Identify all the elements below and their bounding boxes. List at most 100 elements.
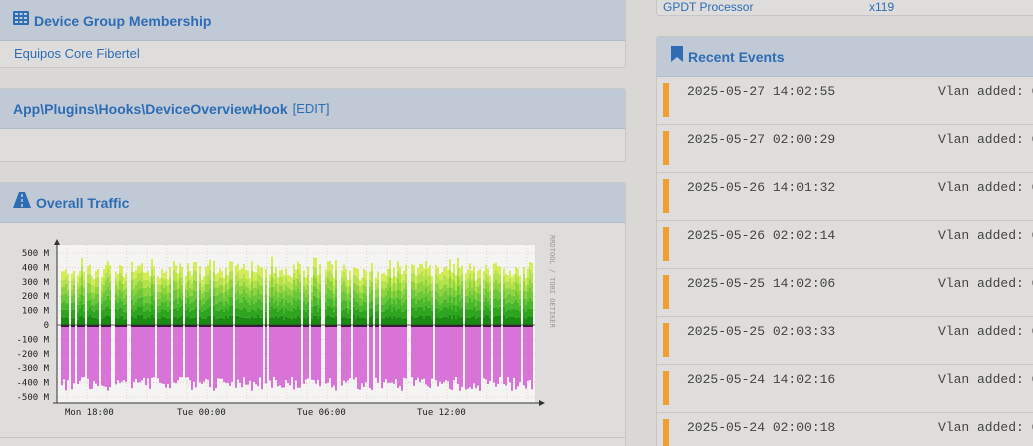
- outbound-bar: [203, 297, 205, 304]
- outbound-bar: [203, 284, 205, 291]
- outbound-bar: [109, 316, 111, 325]
- outbound-bar: [527, 308, 529, 317]
- outbound-bar: [239, 278, 241, 286]
- outbound-bar: [123, 289, 125, 298]
- outbound-bar: [261, 310, 263, 318]
- inbound-bar: [507, 325, 509, 378]
- outbound-bar: [507, 294, 509, 303]
- outbound-bar: [359, 305, 361, 312]
- inbound-bar: [179, 325, 181, 378]
- inbound-bar: [349, 325, 351, 379]
- outbound-bar: [429, 265, 431, 276]
- outbound-bar: [531, 273, 533, 283]
- outbound-bar: [285, 284, 287, 291]
- outbound-bar: [313, 267, 315, 276]
- outbound-bar: [455, 283, 457, 291]
- outbound-bar: [275, 315, 277, 325]
- outbound-bar: [109, 308, 111, 317]
- outbound-bar: [235, 265, 237, 276]
- outbound-bar: [483, 279, 485, 288]
- traffic-title: Overall Traffic: [36, 194, 130, 211]
- outbound-bar: [525, 304, 527, 312]
- outbound-bar: [389, 297, 391, 306]
- outbound-bar: [451, 294, 453, 303]
- outbound-bar: [475, 305, 477, 312]
- outbound-bar: [145, 272, 147, 280]
- inbound-bar: [369, 325, 371, 389]
- outbound-bar: [519, 283, 521, 291]
- outbound-bar: [509, 293, 511, 303]
- outbound-bar: [133, 296, 135, 305]
- inbound-bar: [391, 325, 393, 383]
- outbound-bar: [317, 297, 319, 305]
- outbound-bar: [195, 316, 197, 325]
- outbound-bar: [289, 310, 291, 318]
- outbound-bar: [241, 277, 243, 287]
- inbound-bar: [239, 325, 241, 383]
- traffic-graph[interactable]: 500 M 400 M 300 M 200 M 100 M 0 -100 M -200 M -3…: [1, 233, 561, 419]
- inbound-bar: [159, 325, 161, 383]
- outbound-bar: [173, 300, 175, 309]
- outbound-bar: [249, 296, 251, 305]
- inbound-bar: [421, 325, 423, 380]
- outbound-bar: [137, 314, 139, 325]
- event-row: 2025-05-24 14:02:16 Vlan added: 0: [657, 365, 1033, 413]
- outbound-bar: [525, 284, 527, 292]
- outbound-bar: [97, 268, 99, 278]
- outbound-bar: [291, 296, 293, 305]
- outbound-bar: [241, 293, 243, 303]
- outbound-bar: [513, 288, 515, 296]
- outbound-bar: [227, 288, 229, 295]
- outbound-bar: [415, 275, 417, 284]
- outbound-bar: [503, 283, 505, 291]
- outbound-bar: [137, 265, 139, 273]
- inbound-bar: [477, 325, 479, 386]
- outbound-bar: [397, 317, 399, 325]
- event-severity-marker: [663, 227, 669, 261]
- outbound-bar: [439, 304, 441, 312]
- outbound-bar: [255, 311, 257, 318]
- hook-edit-link[interactable]: [EDIT]: [293, 101, 330, 116]
- outbound-bar: [315, 277, 317, 287]
- outbound-bar: [403, 318, 405, 325]
- outbound-bar: [417, 283, 419, 293]
- outbound-bar: [273, 295, 275, 303]
- device-group-link[interactable]: Equipos Core Fibertel: [0, 41, 625, 61]
- processor-name[interactable]: GPDT Processor: [663, 0, 753, 14]
- inbound-bar: [77, 325, 79, 384]
- outbound-bar: [413, 298, 415, 308]
- outbound-bar: [439, 317, 441, 325]
- outbound-bar: [333, 299, 335, 306]
- inbound-bar: [429, 325, 431, 388]
- outbound-bar: [435, 317, 437, 325]
- inbound-bar: [213, 325, 215, 391]
- inbound-bar: [185, 325, 187, 378]
- outbound-bar: [361, 312, 363, 318]
- outbound-bar: [83, 311, 85, 318]
- outbound-bar: [189, 318, 191, 325]
- outbound-bar: [143, 318, 145, 325]
- outbound-bar: [135, 318, 137, 325]
- outbound-bar: [473, 281, 475, 291]
- outbound-bar: [95, 317, 97, 325]
- outbound-bar: [525, 278, 527, 285]
- outbound-bar: [411, 288, 413, 299]
- outbound-bar: [161, 316, 163, 325]
- outbound-bar: [161, 301, 163, 310]
- outbound-bar: [181, 306, 183, 316]
- outbound-bar: [485, 305, 487, 315]
- outbound-bar: [459, 284, 461, 295]
- outbound-bar: [473, 290, 475, 300]
- outbound-bar: [235, 275, 237, 285]
- outbound-bar: [505, 273, 507, 282]
- outbound-bar: [523, 281, 525, 291]
- outbound-bar: [191, 295, 193, 303]
- outbound-bar: [393, 282, 395, 292]
- outbound-bar: [363, 309, 365, 318]
- inbound-bar: [235, 325, 237, 388]
- outbound-bar: [457, 285, 459, 295]
- outbound-bar: [63, 286, 65, 295]
- outbound-bar: [271, 286, 273, 298]
- outbound-bar: [101, 297, 103, 304]
- outbound-bar: [149, 311, 151, 319]
